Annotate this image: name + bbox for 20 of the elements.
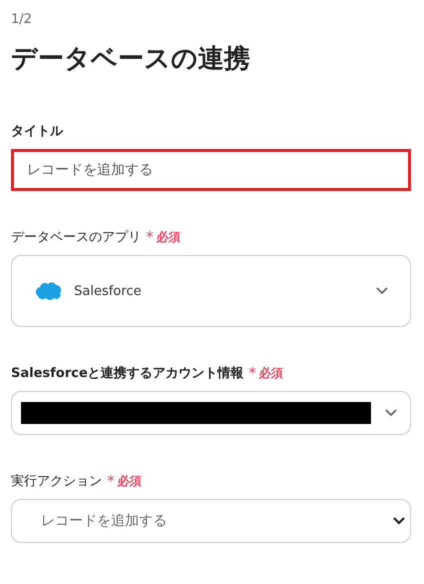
cloud-icon xyxy=(34,281,64,301)
required-label: 必須 xyxy=(259,364,284,382)
required-mark: * xyxy=(248,364,256,382)
action-select[interactable]: レコードを追加する xyxy=(11,499,411,543)
step-counter: 1/2 xyxy=(11,12,33,27)
required-label: 必須 xyxy=(156,228,180,246)
page-heading: データベースの連携 xyxy=(11,43,251,76)
required-mark: * xyxy=(146,228,154,246)
chevron-down-icon xyxy=(376,287,388,295)
account-select[interactable] xyxy=(11,391,411,435)
field-label: データベースのアプリ xyxy=(11,229,141,246)
field-label: Salesforceと連携するアカウント情報 xyxy=(11,364,244,382)
field-label: タイトル xyxy=(11,123,63,140)
required-mark: * xyxy=(107,472,114,490)
chevron-down-icon xyxy=(385,409,397,417)
app-select[interactable]: Salesforce xyxy=(11,255,411,327)
required-label: 必須 xyxy=(118,472,142,490)
chevron-down-icon xyxy=(393,517,405,525)
title-field[interactable]: レコードを追加する xyxy=(11,149,411,191)
field-label: 実行アクション xyxy=(11,473,102,490)
